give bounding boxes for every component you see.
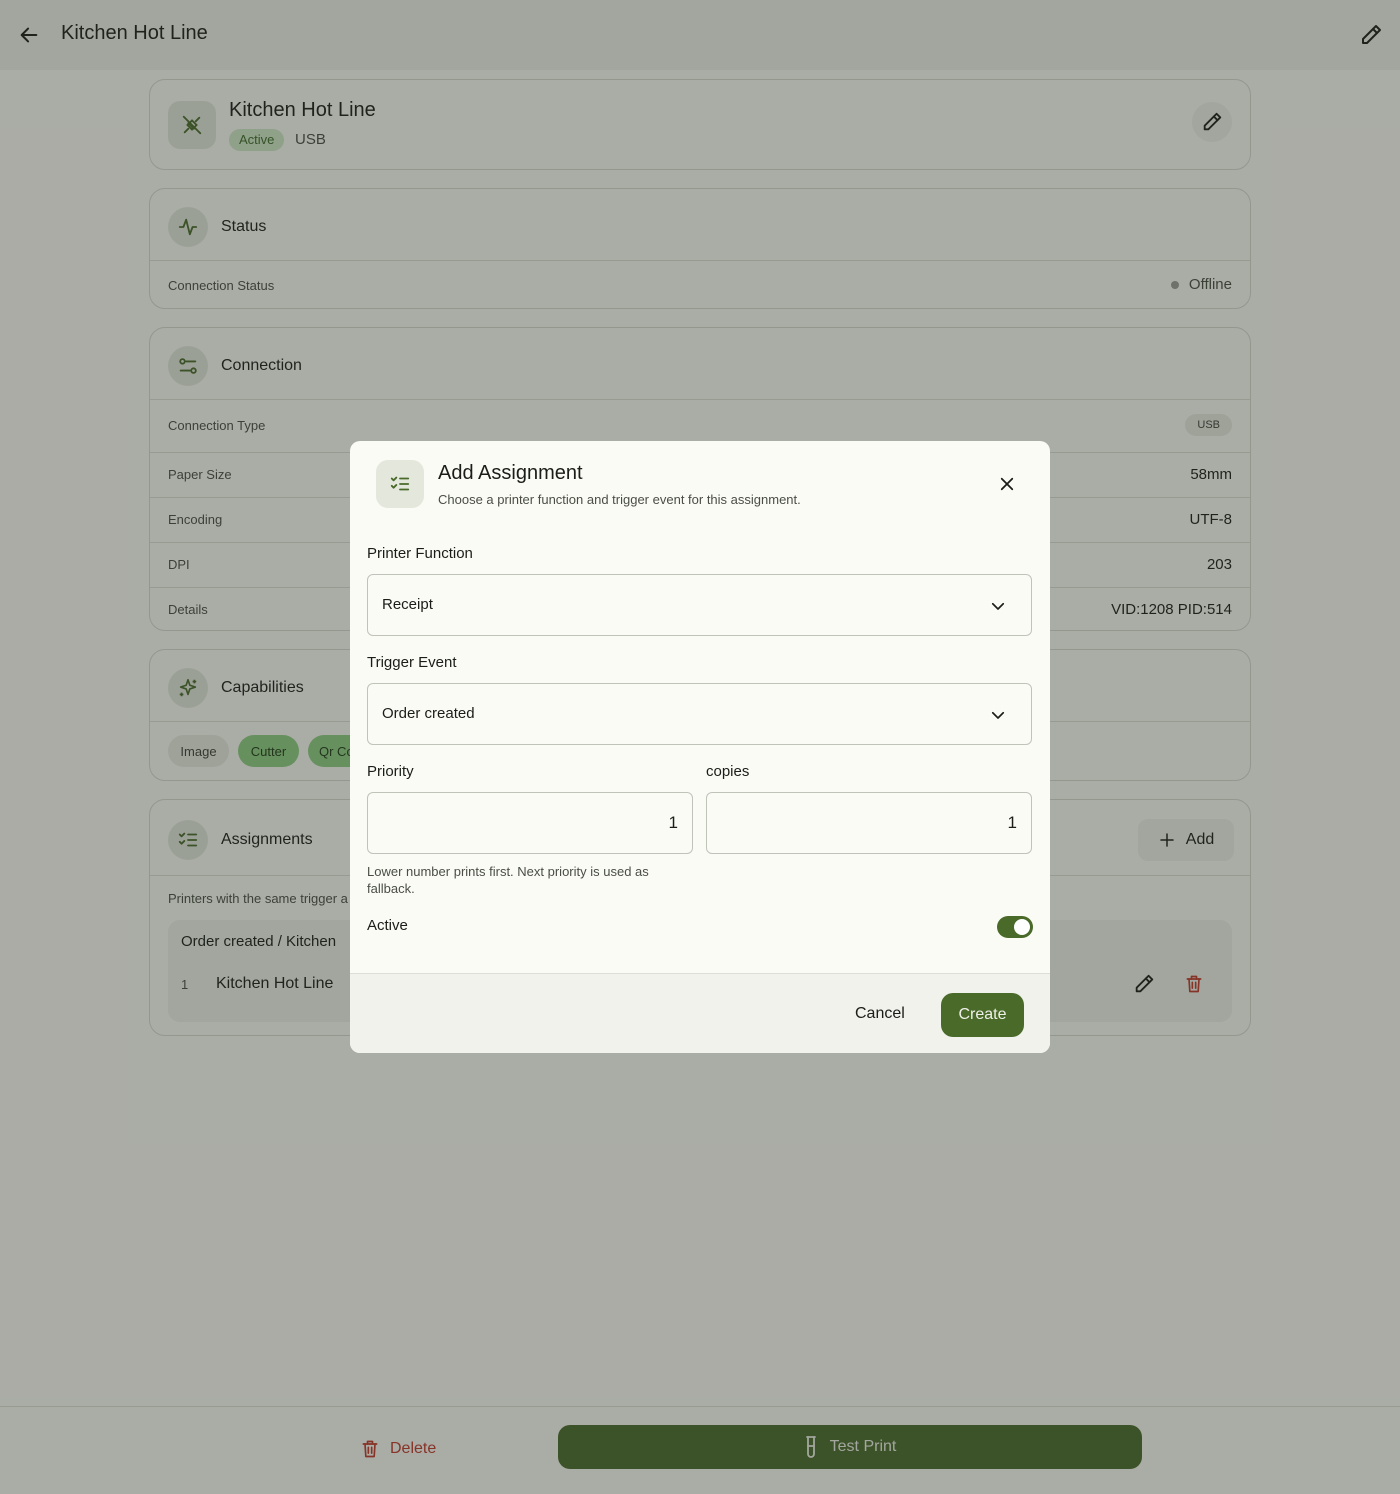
printer-function-select[interactable]: Receipt <box>367 574 1032 636</box>
printer-function-value: Receipt <box>382 596 433 613</box>
active-label: Active <box>367 917 408 934</box>
priority-value: 1 <box>668 813 678 832</box>
priority-label: Priority <box>367 763 414 780</box>
trigger-event-label: Trigger Event <box>367 654 457 671</box>
chevron-down-icon <box>991 711 1005 719</box>
add-assignment-dialog: Add Assignment Choose a printer function… <box>350 441 1050 1053</box>
chevron-down-icon <box>991 602 1005 610</box>
trigger-event-select[interactable]: Order created <box>367 683 1032 745</box>
priority-input[interactable]: 1 <box>367 792 693 854</box>
copies-input[interactable]: 1 <box>706 792 1032 854</box>
trigger-event-value: Order created <box>382 705 475 722</box>
cancel-button[interactable]: Cancel <box>855 1005 905 1023</box>
printer-function-label: Printer Function <box>367 545 473 562</box>
checklist-icon <box>376 460 424 508</box>
priority-help-text: Lower number prints first. Next priority… <box>367 864 649 896</box>
dialog-actions: Cancel Create <box>350 973 1050 1053</box>
dialog-title: Add Assignment <box>438 462 583 484</box>
active-toggle[interactable] <box>997 916 1033 938</box>
toggle-knob <box>1014 919 1030 935</box>
copies-value: 1 <box>1007 813 1017 832</box>
dialog-subtitle: Choose a printer function and trigger ev… <box>438 492 801 507</box>
copies-label: copies <box>706 763 750 780</box>
close-icon[interactable] <box>993 470 1021 498</box>
create-button[interactable]: Create <box>941 993 1024 1037</box>
